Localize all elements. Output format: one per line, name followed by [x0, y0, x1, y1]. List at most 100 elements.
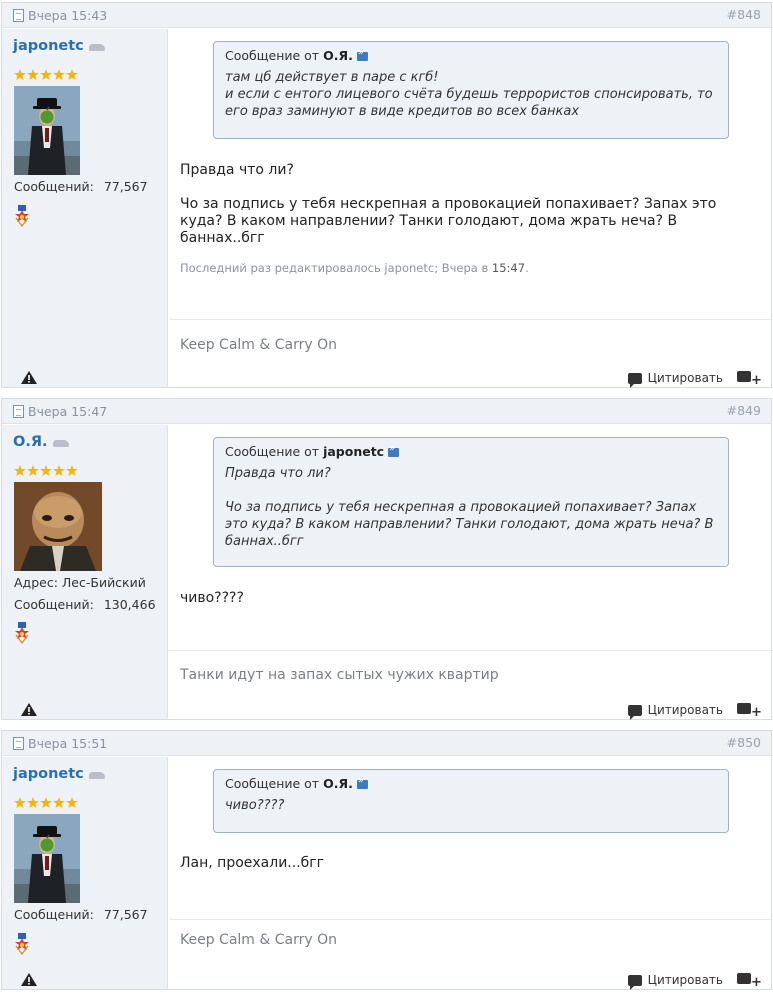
post-content: Сообщение от japonetc Правда что ли? Чо …: [169, 425, 771, 720]
avatar[interactable]: [14, 86, 80, 175]
edited-prefix: Последний раз редактировалось japonetc; …: [180, 261, 489, 275]
edited-time: 15:47: [491, 261, 526, 275]
post-count-value: 77,567: [103, 179, 148, 194]
avatar[interactable]: [14, 814, 80, 903]
go-to-post-icon[interactable]: [356, 775, 368, 789]
quote-button[interactable]: Цитировать: [627, 703, 723, 720]
car-icon: [88, 771, 105, 779]
avatar-image: [14, 482, 102, 571]
post-count-label: Сообщений:: [14, 597, 94, 612]
star-icon: [40, 465, 52, 476]
car-icon: [52, 439, 69, 447]
multiquote-plus-icon[interactable]: +: [737, 703, 762, 719]
address: Адрес: Лес-Бийский: [14, 575, 146, 590]
username-wrap: japonetc: [13, 38, 105, 54]
post-count-label: Сообщений:: [14, 179, 94, 194]
rank-stars: [14, 69, 78, 80]
post-actions: Цитировать +: [627, 371, 762, 388]
username-link[interactable]: japonetc: [13, 766, 84, 782]
document-icon: [13, 9, 24, 22]
quote-button[interactable]: Цитировать: [627, 973, 723, 990]
medal-icon[interactable]: [13, 205, 31, 227]
username-link[interactable]: japonetc: [13, 38, 84, 54]
address-label: Адрес:: [14, 575, 58, 590]
go-to-post-icon[interactable]: [356, 47, 368, 61]
quote-prefix: Сообщение от: [225, 444, 320, 459]
quote-header: Сообщение от О.Я.: [225, 775, 716, 791]
avatar[interactable]: [14, 482, 102, 571]
star-icon: [53, 465, 65, 476]
quote-block: Сообщение от О.Я. там цб действует в пар…: [213, 41, 729, 139]
user-sidebar: О.Я. Адрес: Лес-Бийский Сообщений: 130,4…: [2, 425, 168, 719]
edited-note: Последний раз редактировалось japonetc; …: [180, 261, 529, 275]
car-icon: [88, 43, 105, 51]
quote-button[interactable]: Цитировать: [627, 371, 723, 388]
quote-author[interactable]: О.Я.: [323, 776, 353, 791]
go-to-post-icon[interactable]: [388, 443, 400, 457]
quote-prefix: Сообщение от: [225, 48, 320, 63]
post: Вчера 15:51 #850 japonetc Сообщений: 77,…: [1, 730, 772, 990]
star-icon: [27, 69, 39, 80]
quote-header: Сообщение от О.Я.: [225, 47, 716, 63]
post-date: Вчера 15:47: [28, 404, 108, 419]
medal-icon[interactable]: [13, 933, 31, 955]
avatar-image: [14, 86, 80, 175]
post-number-link[interactable]: #849: [727, 403, 761, 418]
post-body: japonetc Сообщений: 77,567 Сообщение от …: [2, 757, 771, 990]
username-wrap: japonetc: [13, 766, 105, 782]
warning-icon[interactable]: [21, 973, 37, 986]
quote-block: Сообщение от japonetc Правда что ли? Чо …: [213, 437, 729, 567]
multiquote-plus-icon[interactable]: +: [737, 371, 762, 387]
post-count: Сообщений: 130,466: [14, 597, 156, 612]
post-count-label: Сообщений:: [14, 907, 94, 922]
warning-icon[interactable]: [21, 703, 37, 716]
star-icon: [53, 797, 65, 808]
signature: Keep Calm & Carry On: [180, 932, 337, 948]
post-date: Вчера 15:43: [28, 8, 108, 23]
document-icon: [13, 405, 24, 418]
quote-text: чиво????: [225, 798, 285, 813]
post-actions: Цитировать +: [627, 973, 762, 990]
star-icon: [14, 465, 26, 476]
star-icon: [53, 69, 65, 80]
star-icon: [14, 797, 26, 808]
avatar-image: [14, 814, 80, 903]
quote-author[interactable]: japonetc: [323, 444, 384, 459]
star-icon: [66, 797, 78, 808]
post-date-wrap: Вчера 15:47: [13, 404, 107, 419]
post-date-wrap: Вчера 15:43: [13, 8, 107, 23]
user-sidebar: japonetc Сообщений: 77,567: [2, 29, 168, 387]
quote-author[interactable]: О.Я.: [323, 48, 353, 63]
signature-divider: [169, 650, 771, 651]
post-number-link[interactable]: #850: [727, 735, 761, 750]
star-icon: [40, 797, 52, 808]
message-text: чиво????: [180, 590, 244, 606]
medal-icon[interactable]: [13, 622, 31, 644]
star-icon: [27, 797, 39, 808]
post: Вчера 15:43 #848 japonetc Сообщений: 77,…: [1, 2, 772, 388]
post-body: japonetc Сообщений: 77,567 Сообщение от …: [2, 29, 771, 388]
post-number-link[interactable]: #848: [727, 7, 761, 22]
username-link[interactable]: О.Я.: [13, 434, 48, 450]
post-content: Сообщение от О.Я. там цб действует в пар…: [169, 29, 771, 388]
address-value: Лес-Бийский: [61, 575, 146, 590]
quote-button-label: Цитировать: [647, 703, 723, 717]
quote-button-label: Цитировать: [647, 371, 723, 385]
signature-divider: [169, 319, 771, 320]
post-content: Сообщение от О.Я. чиво???? Лан, проехали…: [169, 757, 771, 990]
star-icon: [27, 465, 39, 476]
quote-bubble-icon: [627, 704, 642, 720]
rank-stars: [14, 797, 78, 808]
warning-icon[interactable]: [21, 371, 37, 384]
user-sidebar: japonetc Сообщений: 77,567: [2, 757, 168, 989]
multiquote-plus-icon[interactable]: +: [737, 973, 762, 989]
post-header: Вчера 15:43 #848: [2, 3, 771, 28]
message-text: Лан, проехали...бгг: [180, 855, 324, 871]
quote-button-label: Цитировать: [647, 973, 723, 987]
document-icon: [13, 737, 24, 750]
post-date-wrap: Вчера 15:51: [13, 736, 107, 751]
post-header: Вчера 15:47 #849: [2, 399, 771, 424]
post-count-value: 130,466: [103, 597, 156, 612]
star-icon: [14, 69, 26, 80]
star-icon: [40, 69, 52, 80]
